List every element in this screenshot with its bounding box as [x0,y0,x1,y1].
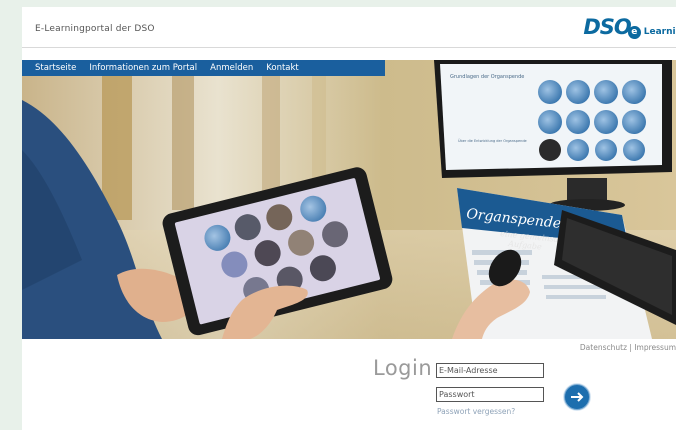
portal-page: E-Learningportal der DSO DSO e Learnin [22,7,676,430]
arrow-right-icon [571,392,584,402]
logo-mark: DSO [583,15,631,39]
nav-item-anmelden[interactable]: Anmelden [210,63,253,73]
portal-title: E-Learningportal der DSO [35,24,155,34]
imprint-link[interactable]: Impressum [634,343,676,352]
screen-title: Grundlagen der Organspende [450,74,524,80]
nav-item-startseite[interactable]: Startseite [35,63,76,73]
logo-e-badge: e [627,25,641,39]
nav-item-kontakt[interactable]: Kontakt [266,63,299,73]
site-header: E-Learningportal der DSO DSO e Learnin [22,7,676,47]
login-submit-button[interactable] [564,384,590,410]
nav-item-informationen[interactable]: Informationen zum Portal [89,63,197,73]
password-field[interactable] [436,387,544,402]
footer-links: Datenschutz | Impressum [580,343,676,352]
email-field[interactable] [436,363,544,378]
login-heading: Login [373,356,433,380]
hero-image: Grundlagen der Organspende Über die Entw… [22,60,676,339]
logo-text: Learnin [643,27,676,37]
header-divider [22,47,676,48]
screen-caption: Über die Entwicklung der Organspende [458,138,527,143]
forgot-password-link[interactable]: Passwort vergessen? [437,407,515,416]
main-nav: Startseite Informationen zum Portal Anme… [22,60,385,76]
dso-logo[interactable]: DSO e Learnin [583,13,676,41]
privacy-link[interactable]: Datenschutz [580,343,627,352]
hero-illustration: Grundlagen der Organspende Über die Entw… [22,60,676,339]
page-frame: E-Learningportal der DSO DSO e Learnin [0,0,676,430]
